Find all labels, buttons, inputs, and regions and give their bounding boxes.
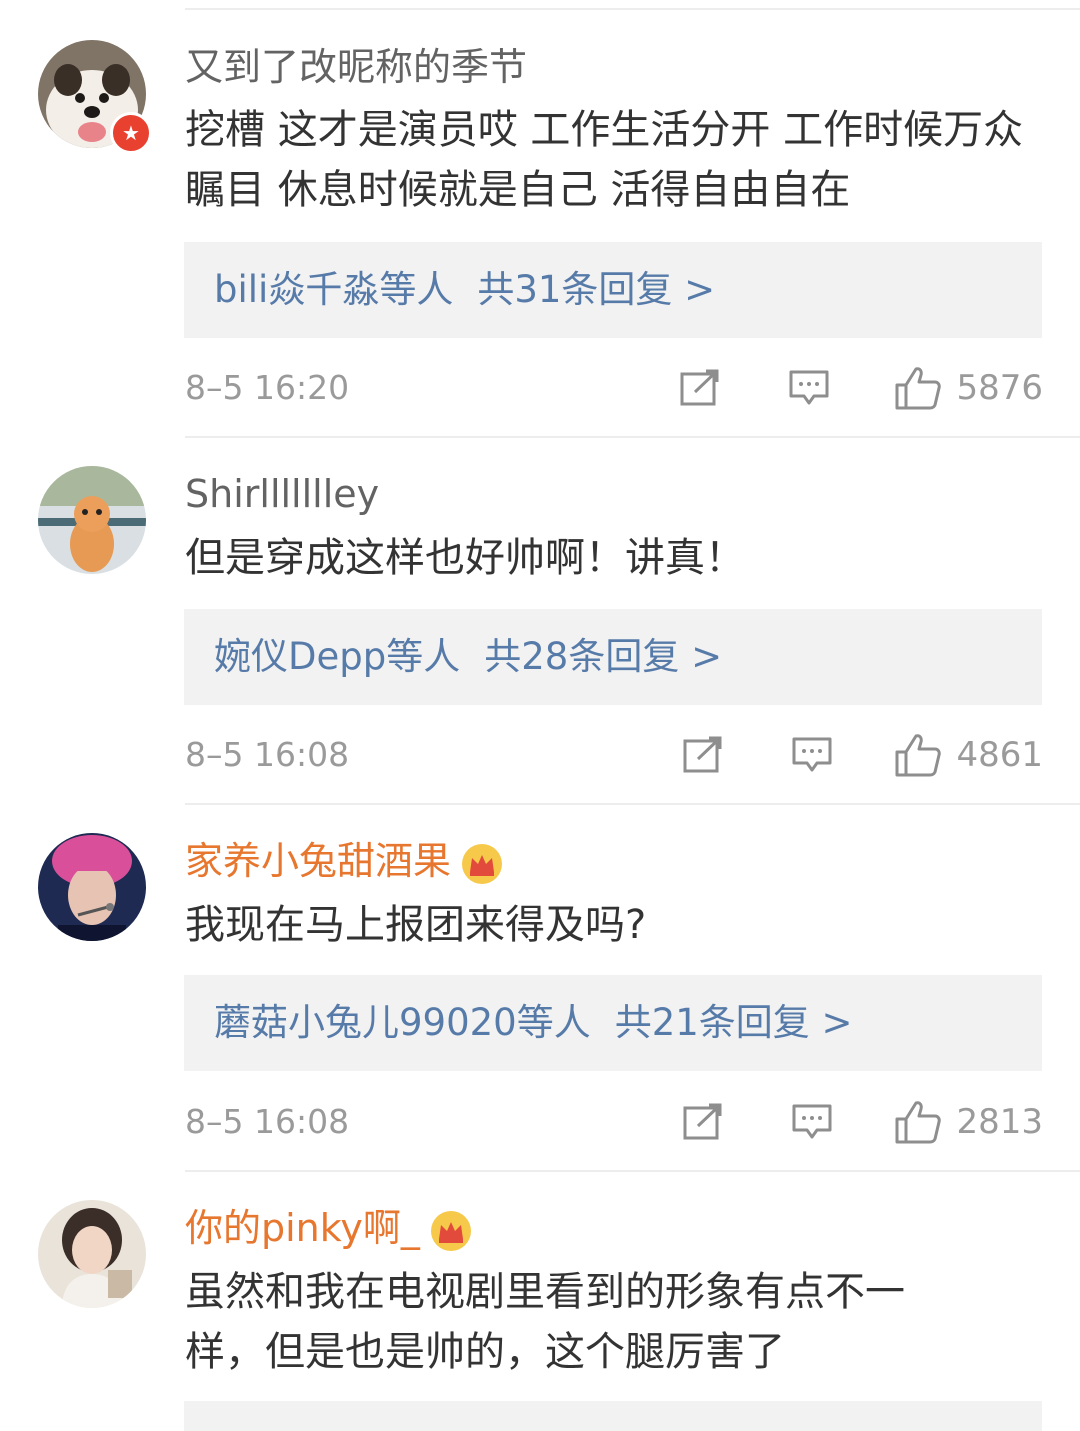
timestamp: 8–5 16:08 [185, 735, 350, 774]
like-button[interactable]: 5876 [894, 363, 1043, 413]
comment-item: Shirllllllley 但是穿成这样也好帅啊！讲真！ 婉仪Depp等人 共28… [0, 438, 1080, 803]
reply-count-link[interactable]: 共21条回复 > [615, 1001, 853, 1044]
username[interactable]: 你的pinky啊_ [185, 1205, 472, 1252]
comment-meta: 8–5 16:08 2813 [185, 1097, 1043, 1147]
timestamp: 8–5 16:20 [185, 368, 350, 407]
comment-text: 我现在马上报团来得及吗? [185, 902, 647, 948]
comment-icon[interactable] [791, 1102, 833, 1142]
repost-icon[interactable] [679, 368, 721, 408]
like-count: 4861 [956, 735, 1043, 775]
crown-icon [461, 843, 503, 885]
comment-meta: 8–5 16:20 5876 [185, 363, 1043, 413]
username[interactable]: 又到了改昵称的季节 [185, 44, 527, 90]
reply-count-link[interactable]: 共28条回复 > [484, 635, 722, 678]
thumbs-up-icon [895, 1101, 942, 1144]
reply-summary-box[interactable] [184, 1401, 1042, 1431]
reply-users: bili焱千淼等人 [214, 268, 454, 311]
reply-summary-box[interactable]: 婉仪Depp等人 共28条回复 > [184, 609, 1042, 705]
username[interactable]: Shirllllllley [185, 471, 379, 517]
timestamp: 8–5 16:08 [185, 1102, 350, 1141]
comment-item: 家养小兔甜酒果 我现在马上报团来得及吗? 蘑菇小兔儿99020等人 共21条回复 … [0, 805, 1080, 1170]
red-star-badge-icon: ★ [110, 112, 152, 154]
reply-summary-box[interactable]: 蘑菇小兔儿99020等人 共21条回复 > [184, 975, 1042, 1071]
comment-text: 虽然和我在电视剧里看到的形象有点不一样，但是也是帅的，这个腿厉害了 [185, 1269, 905, 1375]
crown-icon [430, 1210, 472, 1252]
thumbs-up-icon [895, 734, 942, 777]
comment-icon[interactable] [788, 368, 830, 408]
comment-item: 你的pinky啊_ 虽然和我在电视剧里看到的形象有点不一样，但是也是帅的，这个腿… [0, 1172, 1080, 1431]
comment-item: ★ 又到了改昵称的季节 挖槽 这才是演员哎 工作生活分开 工作时候万众瞩目 休息… [0, 0, 1080, 436]
reply-users: 婉仪Depp等人 [214, 635, 461, 678]
comment-text: 但是穿成这样也好帅啊！讲真！ [185, 535, 745, 581]
comment-meta: 8–5 16:08 4861 [185, 730, 1043, 780]
repost-icon[interactable] [682, 1102, 724, 1142]
reply-count-link[interactable]: 共31条回复 > [477, 268, 715, 311]
comment-text: 挖槽 这才是演员哎 工作生活分开 工作时候万众瞩目 休息时候就是自己 活得自由自… [185, 107, 1024, 213]
like-button[interactable]: 4861 [894, 730, 1043, 780]
avatar[interactable] [38, 466, 146, 574]
like-count: 5876 [956, 368, 1043, 408]
repost-icon[interactable] [682, 735, 724, 775]
like-count: 2813 [956, 1102, 1043, 1142]
reply-summary-box[interactable]: bili焱千淼等人 共31条回复 > [184, 242, 1042, 338]
thumbs-up-icon [895, 367, 942, 410]
username[interactable]: 家养小兔甜酒果 [185, 838, 503, 885]
avatar[interactable] [38, 833, 146, 941]
like-button[interactable]: 2813 [894, 1097, 1043, 1147]
avatar[interactable] [38, 1200, 146, 1308]
comment-icon[interactable] [791, 735, 833, 775]
reply-users: 蘑菇小兔儿99020等人 [214, 1001, 591, 1044]
